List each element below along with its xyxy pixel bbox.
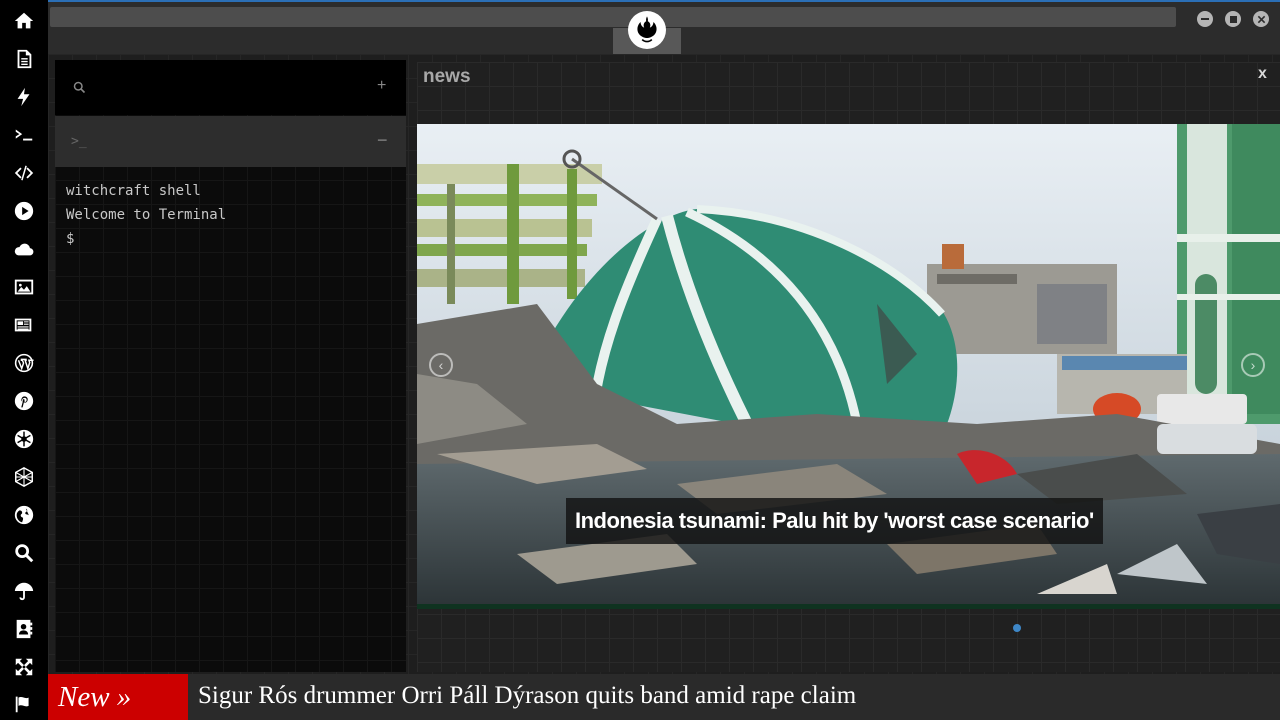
search-icon[interactable]: [10, 539, 38, 567]
globe-icon[interactable]: [10, 501, 38, 529]
ticker-headline[interactable]: Sigur Rós drummer Orri Páll Dýrason quit…: [198, 674, 856, 720]
terminal-search-bar[interactable]: +: [55, 60, 406, 115]
cloud-icon[interactable]: [10, 235, 38, 263]
pinterest-icon[interactable]: [10, 387, 38, 415]
terminal-prompt-line[interactable]: $: [66, 227, 226, 251]
search-icon[interactable]: [72, 80, 87, 95]
terminal-line: Welcome to Terminal: [66, 207, 227, 223]
add-terminal-button[interactable]: +: [377, 77, 386, 95]
umbrella-icon[interactable]: [10, 577, 38, 605]
wordpress-icon[interactable]: [10, 349, 38, 377]
terminal-tab-prompt: >_: [71, 134, 87, 149]
aperture-icon[interactable]: [10, 425, 38, 453]
slide-indicator-dot[interactable]: [1013, 624, 1021, 632]
expand-icon[interactable]: [10, 653, 38, 681]
terminal-output[interactable]: witchcraft shell Welcome to Terminal $: [66, 179, 226, 251]
close-news-button[interactable]: x: [1258, 65, 1267, 83]
address-bar[interactable]: [50, 7, 1176, 27]
news-title: news: [423, 66, 471, 87]
lightning-icon[interactable]: [10, 83, 38, 111]
terminal-line: witchcraft shell: [66, 183, 201, 199]
newspaper-icon[interactable]: [10, 311, 38, 339]
next-slide-button[interactable]: ›: [1241, 353, 1265, 377]
terminal-panel: + >_ − witchcraft shell Welcome to Termi…: [55, 60, 406, 672]
play-icon[interactable]: [10, 197, 38, 225]
network-icon[interactable]: [10, 463, 38, 491]
terminal-tab[interactable]: >_ −: [55, 116, 406, 167]
image-icon[interactable]: [10, 273, 38, 301]
close-icon[interactable]: [1253, 11, 1269, 27]
home-icon[interactable]: [10, 7, 38, 35]
news-panel: news x Indonesia tsunami: Palu hit by 'w…: [417, 62, 1280, 672]
contact-card-icon[interactable]: [10, 615, 38, 643]
news-ticker: New » Sigur Rós drummer Orri Páll Dýraso…: [48, 674, 1280, 720]
code-icon[interactable]: [10, 159, 38, 187]
minimize-icon[interactable]: [1197, 11, 1213, 27]
ticker-new-badge: New »: [48, 674, 188, 720]
terminal-icon[interactable]: [10, 121, 38, 149]
app-launcher-bar: [0, 0, 48, 720]
flag-icon[interactable]: [10, 690, 38, 718]
document-icon[interactable]: [10, 45, 38, 73]
collapse-terminal-button[interactable]: −: [377, 130, 388, 151]
maximize-icon[interactable]: [1225, 11, 1241, 27]
prev-slide-button[interactable]: ‹: [429, 353, 453, 377]
news-headline[interactable]: Indonesia tsunami: Palu hit by 'worst ca…: [566, 498, 1103, 544]
rebel-alliance-icon[interactable]: [628, 11, 666, 49]
